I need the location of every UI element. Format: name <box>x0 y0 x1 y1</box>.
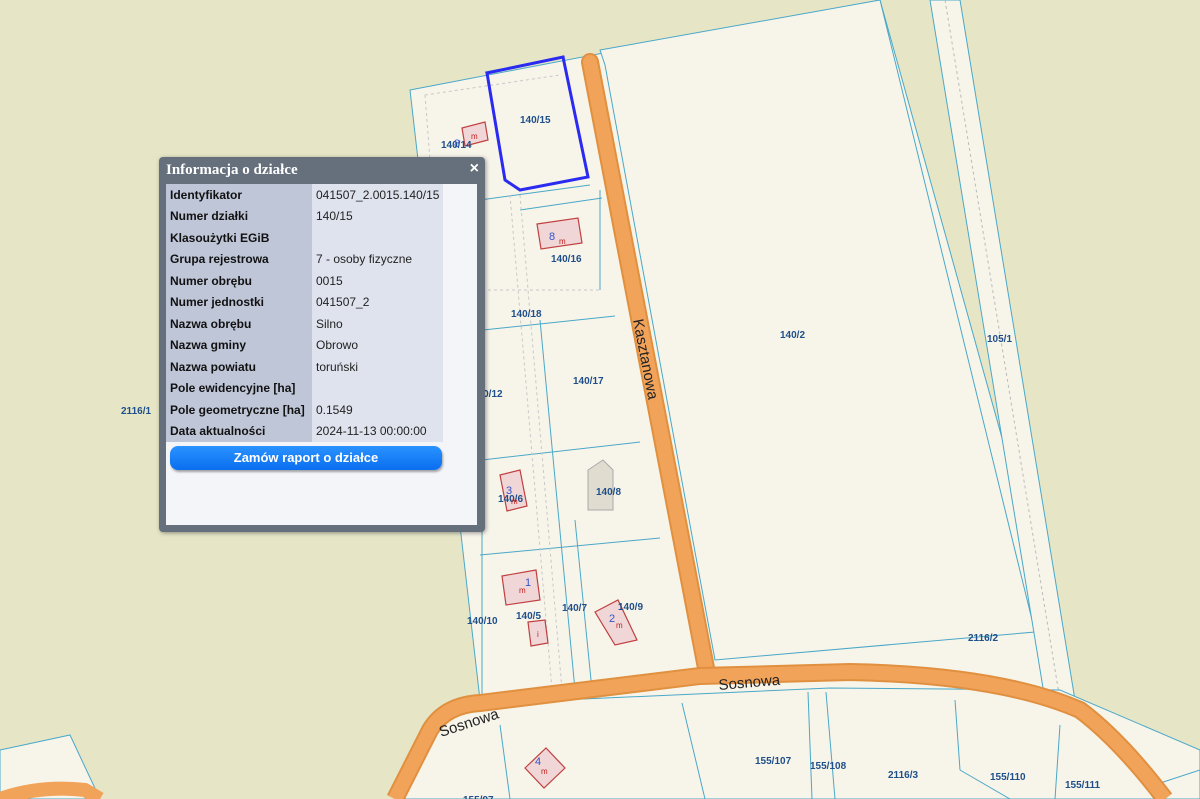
parcel-label: 155/108 <box>810 761 847 772</box>
parcel-label: 2116/2 <box>968 633 998 644</box>
attribute-key: Nazwa gminy <box>166 334 312 356</box>
close-icon[interactable]: × <box>470 161 479 177</box>
attribute-value: toruński <box>312 356 444 378</box>
parcel-label: 140/9 <box>618 602 643 613</box>
parcel-label: 140/15 <box>520 115 551 126</box>
attribute-key: Numer działki <box>166 205 312 227</box>
building-outline-140-8[interactable] <box>587 459 614 511</box>
parcel-label: 155/107 <box>755 756 792 767</box>
parcel-label: 155/111 <box>1065 780 1100 791</box>
building-mark: i <box>537 630 539 639</box>
parcel-label: 140/16 <box>551 254 582 265</box>
attribute-key: Pole ewidencyjne [ha] <box>166 377 312 399</box>
attribute-key: Nazwa obrębu <box>166 313 312 335</box>
attribute-value: 140/15 <box>312 205 444 227</box>
attribute-row: Pole geometryczne [ha] 0.1549 <box>166 399 444 421</box>
attribute-key: Numer obrębu <box>166 270 312 292</box>
attribute-row: Nazwa obrębu Silno <box>166 313 444 335</box>
attribute-value <box>312 377 444 399</box>
parcel-label: 140/17 <box>573 376 604 387</box>
parcel-label: 155/97 <box>463 795 494 799</box>
building-number: 8 <box>454 138 460 150</box>
parcel-label: 140/18 <box>511 309 542 320</box>
attribute-row: Nazwa gminy Obrowo <box>166 334 444 356</box>
parcel-label: 105/1 <box>987 334 1012 345</box>
attribute-key: Klasoużytki EGiB <box>166 227 312 249</box>
parcel-label: 2116/1 <box>121 406 151 417</box>
attribute-value: 041507_2 <box>312 291 444 313</box>
building-mark: m <box>519 586 526 595</box>
parcel-label: 140/2 <box>780 330 805 341</box>
attribute-key: Grupa rejestrowa <box>166 248 312 270</box>
parcel-label: 155/110 <box>990 772 1026 783</box>
building-mark: m <box>541 767 548 776</box>
attribute-key: Numer jednostki <box>166 291 312 313</box>
attribute-row: Numer działki 140/15 <box>166 205 444 227</box>
building-number: 1 <box>525 577 531 589</box>
attribute-row: Numer obrębu 0015 <box>166 270 444 292</box>
attribute-row: Identyfikator 041507_2.0015.140/15 <box>166 184 444 206</box>
attribute-value <box>312 227 444 249</box>
parcel-label: 140/8 <box>596 487 621 498</box>
attribute-value: 0015 <box>312 270 444 292</box>
attribute-value: Obrowo <box>312 334 444 356</box>
attribute-row: Grupa rejestrowa 7 - osoby fizyczne <box>166 248 444 270</box>
attribute-row: Nazwa powiatu toruński <box>166 356 444 378</box>
attribute-key: Pole geometryczne [ha] <box>166 399 312 421</box>
building-number: 3 <box>506 485 512 497</box>
attribute-value: 0.1549 <box>312 399 444 421</box>
building-mark: m <box>559 237 566 246</box>
parcel-label: 140/7 <box>562 603 587 614</box>
parcel-info-window[interactable]: Informacja o działce × Identyfikator 0415… <box>159 157 485 532</box>
attribute-row: Klasoużytki EGiB <box>166 227 444 249</box>
info-window-title: Informacja o działce <box>166 162 298 178</box>
attribute-value: 7 - osoby fizyczne <box>312 248 444 270</box>
attribute-row: Numer jednostki 041507_2 <box>166 291 444 313</box>
attribute-key: Nazwa powiatu <box>166 356 312 378</box>
parcel-label: 140/10 <box>467 616 498 627</box>
building-mark: m <box>511 497 518 506</box>
parcel-label: 140/5 <box>516 611 541 622</box>
building-number: 2 <box>609 613 615 625</box>
parcel-label: 2116/3 <box>888 770 918 781</box>
order-report-button[interactable]: Zamów raport o działce <box>170 446 442 470</box>
parcel-attribute-table: Identyfikator 041507_2.0015.140/15 Numer d… <box>166 184 444 442</box>
info-window-body: Identyfikator 041507_2.0015.140/15 Numer d… <box>166 184 477 525</box>
building-mark: m <box>616 621 623 630</box>
attribute-key: Identyfikator <box>166 184 312 206</box>
attribute-row: Pole ewidencyjne [ha] <box>166 377 444 399</box>
building-mark: m <box>471 132 478 141</box>
attribute-value: Silno <box>312 313 444 335</box>
attribute-value: 041507_2.0015.140/15 <box>312 184 444 206</box>
attribute-key: Data aktualności <box>166 420 312 442</box>
building-number: 8 <box>549 231 555 243</box>
attribute-value: 2024-11-13 00:00:00 <box>312 420 444 442</box>
attribute-row: Data aktualności 2024-11-13 00:00:00 <box>166 420 444 442</box>
